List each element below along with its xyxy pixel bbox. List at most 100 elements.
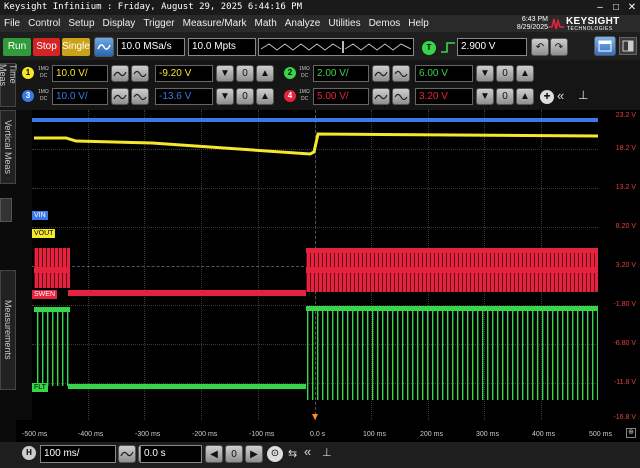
layout-window-icon[interactable] [594,36,616,56]
menu-help[interactable]: Help [404,15,433,32]
channel-4-zero-button[interactable]: 0 [496,88,514,105]
autoscale-icon[interactable] [94,37,114,57]
memory-depth-field[interactable]: 10.0 Mpts [188,38,256,56]
channel-4-offset-up-icon[interactable]: ▲ [516,88,534,105]
trigger-level-field[interactable]: 2.900 V [457,38,527,56]
timebase-field[interactable]: 100 ms/ [40,445,116,463]
menu-math[interactable]: Math [251,15,281,32]
position-left-icon[interactable]: ◀ [205,445,223,463]
menu-control[interactable]: Control [24,15,64,32]
waveform-traces [32,118,598,420]
menu-analyze[interactable]: Analyze [281,15,325,32]
channel-2-scale-down-icon[interactable] [372,65,390,82]
horizontal-badge[interactable]: H [22,446,36,460]
sample-rate-field[interactable]: 10.0 MSa/s [117,38,185,56]
channel-4-scale-up-icon[interactable] [392,88,410,105]
menu-measure-mark[interactable]: Measure/Mark [179,15,251,32]
menu-file[interactable]: File [0,15,24,32]
vin-marker[interactable]: VIN [32,211,48,220]
maximize-icon[interactable]: □ [608,0,624,15]
channel-2-scale-up-icon[interactable] [392,65,410,82]
channel-1-scale-field[interactable]: 10.0 V/ [52,65,108,82]
channel-2-zero-button[interactable]: 0 [496,65,514,82]
menu-setup[interactable]: Setup [64,15,98,32]
close-icon[interactable]: ✕ [624,0,640,15]
channel-3-offset-up-icon[interactable]: ▲ [256,88,274,105]
channel-4-offset-field[interactable]: 3.20 V [415,88,473,105]
channel-1-coupling: DC [40,73,48,79]
y-tick-label: 13.2 V [615,184,636,191]
y-tick-label: -11.8 V [613,379,636,386]
channel-3-scale-field[interactable]: 10.0 V/ [52,88,108,105]
channel-1-offset-up-icon[interactable]: ▲ [256,65,274,82]
channel-3-offset-down-icon[interactable]: ▼ [216,88,234,105]
undo-icon[interactable]: ↶ [531,38,549,56]
channel-4-scale-field[interactable]: 5.00 V/ [313,88,369,105]
position-zero-button[interactable]: 0 [225,445,243,463]
menu-trigger[interactable]: Trigger [139,15,178,32]
collapse-horizontal-icon[interactable]: « [304,444,311,459]
vout-marker[interactable]: VOUT [32,229,56,238]
navigator-waveform-icon [260,41,412,53]
brand-logo: KEYSIGHT TECHNOLOGIES [548,16,636,32]
channel-4-scale-down-icon[interactable] [372,88,390,105]
waveform-display[interactable]: VIN VOUT SWEN FLT [32,110,598,420]
horizontal-position-field[interactable]: 0.0 s [140,445,202,463]
channel-3-badge[interactable]: 3 [22,90,34,102]
reference-icon[interactable]: ⊙ [267,446,283,462]
channel-4-badge[interactable]: 4 [284,90,296,102]
trigger-edge-icon[interactable] [440,40,456,55]
timebase-down-icon[interactable] [118,445,136,463]
collapse-channels-icon[interactable]: « [557,88,564,103]
window-title: Keysight Infiniium : Friday, August 29, … [4,2,303,12]
channel-4-offset-down-icon[interactable]: ▼ [476,88,494,105]
horizontal-pin-icon[interactable]: ⊥ [322,446,332,459]
horizontal-navigator[interactable] [258,38,414,56]
measurements-tab[interactable]: Measurements [0,270,16,390]
panel-toggle-icon[interactable] [619,37,637,55]
single-button[interactable]: Single [62,38,90,56]
x-tick-label: -400 ms [78,431,104,438]
position-right-icon[interactable]: ▶ [245,445,263,463]
menu-utilities[interactable]: Utilities [324,15,364,32]
pin-icon[interactable]: ⊥ [578,88,588,102]
time-meas-tab[interactable]: Time Meas [0,63,18,107]
ch1-vout-trace [34,132,598,156]
channel-1-zero-button[interactable]: 0 [236,65,254,82]
x-tick-label: 400 ms [532,431,555,438]
delay-adjust-icon[interactable]: ⇆ [288,447,297,460]
x-tick-label: 200 ms [420,431,443,438]
trigger-badge[interactable]: T [422,41,436,55]
x-tick-label: 0.0 s [310,431,326,438]
channel-1-scale-down-icon[interactable] [111,65,129,82]
menu-demos[interactable]: Demos [365,15,405,32]
channel-4-coupling: DC [301,96,309,102]
redo-icon[interactable]: ↷ [550,38,568,56]
channel-3-offset-field[interactable]: -13.6 V [155,88,213,105]
zoom-icon[interactable]: ⊕ [626,428,636,438]
channel-2-scale-field[interactable]: 2.00 V/ [313,65,369,82]
channel-1-offset-down-icon[interactable]: ▼ [216,65,234,82]
side-drawer-handle[interactable] [0,198,12,222]
channel-1-offset-field[interactable]: -9.20 V [155,65,213,82]
flt-marker[interactable]: FLT [32,383,48,392]
swen-marker[interactable]: SWEN [32,290,57,299]
vertical-meas-tab[interactable]: Vertical Meas [0,110,16,184]
menu-display[interactable]: Display [99,15,140,32]
add-channel-icon[interactable]: + [540,90,554,104]
y-tick-label: -1.80 V [613,301,636,308]
run-button[interactable]: Run [3,38,31,56]
channel-2-offset-up-icon[interactable]: ▲ [516,65,534,82]
channel-1-scale-up-icon[interactable] [131,65,149,82]
y-tick-label: 8.20 V [615,223,636,230]
channel-2-offset-down-icon[interactable]: ▼ [476,65,494,82]
stop-button[interactable]: Stop [33,38,60,56]
channel-3-scale-up-icon[interactable] [131,88,149,105]
y-tick-label: 3.20 V [615,262,636,269]
channel-3-zero-button[interactable]: 0 [236,88,254,105]
channel-3-scale-down-icon[interactable] [111,88,129,105]
minimize-icon[interactable]: ‒ [592,0,608,15]
channel-1-badge[interactable]: 1 [22,67,34,79]
channel-2-badge[interactable]: 2 [284,67,296,79]
channel-2-offset-field[interactable]: 6.00 V [415,65,473,82]
